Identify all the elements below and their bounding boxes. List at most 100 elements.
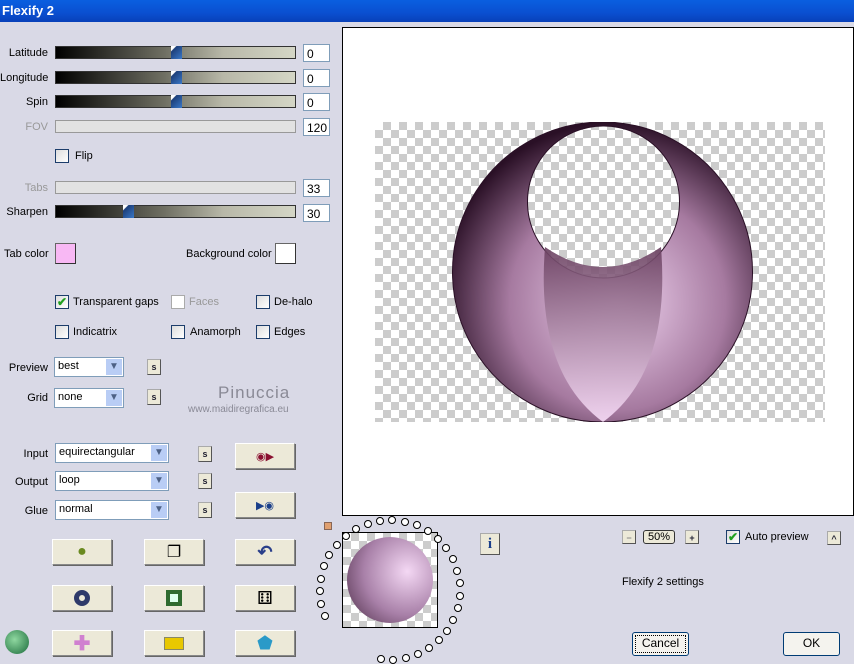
dehalo-label: De-halo (274, 296, 313, 308)
latitude-value[interactable]: 0 (303, 44, 330, 62)
fov-label: FOV (25, 120, 48, 133)
globe-icon: ● (77, 543, 87, 560)
glue-select[interactable]: normal ▼ (55, 500, 169, 520)
navigator-dot[interactable] (449, 616, 458, 625)
sharpen-slider[interactable] (55, 205, 296, 218)
auto-preview-label: Auto preview (745, 531, 809, 543)
pentagon-button[interactable]: ⬟ (235, 630, 295, 656)
spin-slider-thumb[interactable] (171, 95, 182, 108)
navigator-dot[interactable] (455, 579, 464, 588)
navigator-dot[interactable] (424, 644, 433, 653)
navigator-dot[interactable] (413, 650, 422, 659)
navigator-dot[interactable] (320, 562, 329, 571)
fov-value[interactable]: 120 (303, 117, 330, 136)
navigator-dot[interactable] (316, 574, 325, 583)
background-color-label: Background color (186, 248, 272, 260)
faces-checkbox (171, 295, 185, 309)
randomize-button[interactable]: ● (52, 539, 112, 565)
load-preset-button[interactable]: ◉▶ (235, 443, 295, 469)
app-logo-icon (5, 630, 29, 654)
navigator-dot[interactable] (376, 655, 385, 664)
navigator-dot[interactable] (316, 587, 324, 596)
input-select[interactable]: equirectangular ▼ (55, 443, 169, 463)
navigator-dot[interactable] (352, 524, 361, 533)
preview-pane[interactable] (342, 27, 854, 516)
navigator-dot[interactable] (455, 591, 464, 600)
spin-value[interactable]: 0 (303, 93, 330, 111)
dehalo-checkbox[interactable] (256, 295, 270, 309)
output-s-button[interactable]: s (198, 473, 212, 489)
cancel-button[interactable]: Cancel (632, 632, 689, 656)
output-select[interactable]: loop ▼ (55, 471, 169, 491)
chevron-down-icon: ▼ (151, 445, 167, 461)
latitude-slider-thumb[interactable] (171, 46, 182, 59)
background-color-swatch[interactable] (275, 243, 296, 264)
torus-button[interactable] (52, 585, 112, 611)
longitude-slider[interactable] (55, 70, 296, 84)
navigator-dot[interactable] (442, 544, 451, 553)
navigator-dot[interactable] (325, 551, 334, 559)
undo-button[interactable]: ↶ (235, 539, 295, 565)
dice-button[interactable]: ⚅ (235, 585, 295, 611)
input-s-button[interactable]: s (198, 446, 212, 462)
longitude-value[interactable]: 0 (303, 68, 330, 87)
grid-label: Grid (27, 392, 48, 404)
navigator-dot[interactable] (317, 599, 326, 608)
navigator-thumbnail[interactable] (342, 532, 438, 628)
tabs-slider (55, 181, 296, 194)
title-bar: Flexify 2 (0, 0, 854, 22)
zoom-in-button[interactable]: + (685, 530, 699, 544)
square-button[interactable] (144, 585, 204, 611)
grid-select[interactable]: none ▼ (54, 388, 124, 408)
navigator-dot[interactable] (453, 604, 462, 613)
navigator-dot[interactable] (363, 519, 372, 528)
spin-label: Spin (25, 96, 48, 108)
tab-color-swatch[interactable] (55, 243, 76, 264)
longitude-slider-thumb[interactable] (171, 70, 182, 84)
anamorph-checkbox[interactable] (171, 325, 185, 339)
navigator-dot[interactable] (433, 534, 442, 543)
navigator-dot[interactable] (332, 540, 341, 549)
transparent-gaps-checkbox[interactable]: ✔ (55, 295, 69, 309)
tab-color-label: Tab color (4, 248, 49, 260)
copy-button[interactable]: ❐ (144, 539, 204, 565)
square-frame-icon (166, 590, 182, 606)
preview-select-value: best (58, 360, 79, 372)
info-button[interactable]: i (480, 533, 500, 555)
glue-select-value: normal (59, 503, 93, 515)
preview-s-button[interactable]: s (147, 359, 161, 375)
window-title: Flexify 2 (2, 3, 55, 18)
indicatrix-checkbox[interactable] (55, 325, 69, 339)
brick-button[interactable] (144, 630, 204, 656)
sharpen-value[interactable]: 30 (303, 204, 330, 222)
navigator-dot[interactable] (320, 611, 329, 620)
navigator-dot[interactable] (375, 516, 384, 525)
navigator-dot[interactable] (389, 655, 398, 664)
auto-preview-checkbox[interactable]: ✔ (726, 530, 740, 544)
cross-button[interactable]: ✚ (52, 630, 112, 656)
navigator-dot[interactable] (442, 626, 451, 635)
sharpen-slider-thumb[interactable] (123, 205, 134, 218)
spin-slider[interactable] (55, 95, 296, 108)
navigator-dot[interactable] (388, 516, 397, 525)
latitude-slider[interactable] (55, 46, 296, 59)
navigator-dot[interactable] (341, 531, 350, 540)
navigator-dot[interactable] (453, 566, 462, 575)
preview-select[interactable]: best ▼ (54, 357, 124, 377)
pentagon-icon: ⬟ (257, 632, 273, 653)
navigator-dot[interactable] (434, 636, 443, 645)
collapse-button[interactable]: ^ (827, 531, 841, 545)
grid-s-button[interactable]: s (147, 389, 161, 405)
zoom-out-button[interactable]: − (622, 530, 636, 544)
preview-position-handle[interactable] (324, 522, 332, 530)
navigator-dot[interactable] (401, 654, 410, 663)
navigator-dot[interactable] (412, 521, 421, 530)
navigator-dot[interactable] (448, 555, 457, 564)
ok-button[interactable]: OK (783, 632, 840, 656)
tabs-value[interactable]: 33 (303, 179, 330, 197)
edges-checkbox[interactable] (256, 325, 270, 339)
navigator-dot[interactable] (400, 517, 409, 526)
chevron-down-icon: ▼ (106, 359, 122, 375)
save-preset-button[interactable]: ▶◉ (235, 492, 295, 518)
glue-s-button[interactable]: s (198, 502, 212, 518)
